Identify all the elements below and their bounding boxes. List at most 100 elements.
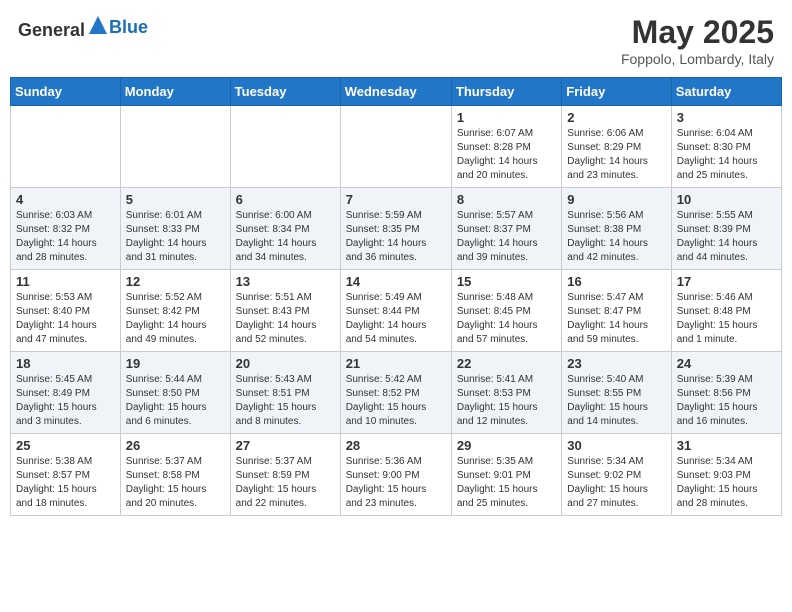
calendar-week-row: 11Sunrise: 5:53 AM Sunset: 8:40 PM Dayli… — [11, 270, 782, 352]
weekday-header-monday: Monday — [120, 78, 230, 106]
day-info: Sunrise: 5:42 AM Sunset: 8:52 PM Dayligh… — [346, 373, 446, 429]
day-info: Sunrise: 5:45 AM Sunset: 8:49 PM Dayligh… — [16, 373, 115, 429]
day-info: Sunrise: 5:59 AM Sunset: 8:35 PM Dayligh… — [346, 209, 446, 265]
calendar-day-cell: 2 Sunrise: 6:06 AM Sunset: 8:29 PM Daylig… — [562, 106, 671, 188]
day-info: Sunrise: 5:44 AM Sunset: 8:50 PM Dayligh… — [126, 373, 225, 429]
day-number: 24 — [677, 356, 776, 371]
day-number: 29 — [457, 438, 556, 453]
weekday-header-wednesday: Wednesday — [340, 78, 451, 106]
calendar-day-cell: 17 Sunrise: 5:46 AM Sunset: 8:48 PM Dayli… — [671, 270, 781, 352]
day-info: Sunrise: 5:55 AM Sunset: 8:39 PM Dayligh… — [677, 209, 776, 265]
day-info: Sunrise: 5:37 AM Sunset: 8:58 PM Dayligh… — [126, 455, 225, 511]
weekday-header-saturday: Saturday — [671, 78, 781, 106]
calendar-day-cell: 25 Sunrise: 5:38 AM Sunset: 8:57 PM Dayli… — [11, 434, 121, 516]
calendar-header-row: SundayMondayTuesdayWednesdayThursdayFrid… — [11, 78, 782, 106]
day-info: Sunrise: 5:56 AM Sunset: 8:38 PM Dayligh… — [567, 209, 665, 265]
calendar-week-row: 25 Sunrise: 5:38 AM Sunset: 8:57 PM Dayli… — [11, 434, 782, 516]
calendar-day-cell: 18 Sunrise: 5:45 AM Sunset: 8:49 PM Dayli… — [11, 352, 121, 434]
calendar-day-cell: 10 Sunrise: 5:55 AM Sunset: 8:39 PM Dayli… — [671, 188, 781, 270]
day-number: 7 — [346, 192, 446, 207]
calendar-day-cell — [230, 106, 340, 188]
day-number: 8 — [457, 192, 556, 207]
day-info: Sunrise: 5:34 AM Sunset: 9:03 PM Dayligh… — [677, 455, 776, 511]
day-info: Sunrise: 5:46 AM Sunset: 8:48 PM Dayligh… — [677, 291, 776, 347]
day-info: Sunrise: 6:01 AM Sunset: 8:33 PM Dayligh… — [126, 209, 225, 265]
day-number: 18 — [16, 356, 115, 371]
day-number: 4 — [16, 192, 115, 207]
calendar-day-cell: 14 Sunrise: 5:49 AM Sunset: 8:44 PM Dayli… — [340, 270, 451, 352]
calendar-day-cell: 29 Sunrise: 5:35 AM Sunset: 9:01 PM Dayli… — [451, 434, 561, 516]
day-number: 9 — [567, 192, 665, 207]
calendar-week-row: 18 Sunrise: 5:45 AM Sunset: 8:49 PM Dayli… — [11, 352, 782, 434]
day-number: 19 — [126, 356, 225, 371]
day-number: 6 — [236, 192, 335, 207]
day-info: Sunrise: 5:34 AM Sunset: 9:02 PM Dayligh… — [567, 455, 665, 511]
day-number: 31 — [677, 438, 776, 453]
day-info: Sunrise: 5:47 AM Sunset: 8:47 PM Dayligh… — [567, 291, 665, 347]
day-number: 14 — [346, 274, 446, 289]
day-number: 11 — [16, 274, 115, 289]
page-header: General Blue May 2025 Foppolo, Lombardy,… — [10, 10, 782, 71]
calendar-day-cell: 28 Sunrise: 5:36 AM Sunset: 9:00 PM Dayli… — [340, 434, 451, 516]
day-number: 26 — [126, 438, 225, 453]
calendar-day-cell: 21 Sunrise: 5:42 AM Sunset: 8:52 PM Dayli… — [340, 352, 451, 434]
calendar-day-cell: 20 Sunrise: 5:43 AM Sunset: 8:51 PM Dayli… — [230, 352, 340, 434]
day-info: Sunrise: 5:39 AM Sunset: 8:56 PM Dayligh… — [677, 373, 776, 429]
day-info: Sunrise: 6:03 AM Sunset: 8:32 PM Dayligh… — [16, 209, 115, 265]
calendar-day-cell: 15 Sunrise: 5:48 AM Sunset: 8:45 PM Dayli… — [451, 270, 561, 352]
calendar-day-cell: 13 Sunrise: 5:51 AM Sunset: 8:43 PM Dayli… — [230, 270, 340, 352]
weekday-header-sunday: Sunday — [11, 78, 121, 106]
day-number: 22 — [457, 356, 556, 371]
day-info: Sunrise: 6:04 AM Sunset: 8:30 PM Dayligh… — [677, 127, 776, 183]
day-number: 10 — [677, 192, 776, 207]
day-info: Sunrise: 5:37 AM Sunset: 8:59 PM Dayligh… — [236, 455, 335, 511]
day-info: Sunrise: 5:49 AM Sunset: 8:44 PM Dayligh… — [346, 291, 446, 347]
calendar-day-cell: 31 Sunrise: 5:34 AM Sunset: 9:03 PM Dayli… — [671, 434, 781, 516]
day-info: Sunrise: 5:36 AM Sunset: 9:00 PM Dayligh… — [346, 455, 446, 511]
weekday-header-friday: Friday — [562, 78, 671, 106]
day-info: Sunrise: 5:35 AM Sunset: 9:01 PM Dayligh… — [457, 455, 556, 511]
calendar-day-cell: 24 Sunrise: 5:39 AM Sunset: 8:56 PM Dayli… — [671, 352, 781, 434]
month-year-title: May 2025 — [621, 14, 774, 51]
day-number: 12 — [126, 274, 225, 289]
day-number: 21 — [346, 356, 446, 371]
calendar-day-cell: 23Sunrise: 5:40 AM Sunset: 8:55 PM Dayli… — [562, 352, 671, 434]
calendar-day-cell: 8Sunrise: 5:57 AM Sunset: 8:37 PM Daylig… — [451, 188, 561, 270]
calendar-day-cell: 3 Sunrise: 6:04 AM Sunset: 8:30 PM Daylig… — [671, 106, 781, 188]
calendar-day-cell: 9 Sunrise: 5:56 AM Sunset: 8:38 PM Daylig… — [562, 188, 671, 270]
day-info: Sunrise: 6:07 AM Sunset: 8:28 PM Dayligh… — [457, 127, 556, 183]
calendar-table: SundayMondayTuesdayWednesdayThursdayFrid… — [10, 77, 782, 516]
day-info: Sunrise: 5:48 AM Sunset: 8:45 PM Dayligh… — [457, 291, 556, 347]
day-info: Sunrise: 5:38 AM Sunset: 8:57 PM Dayligh… — [16, 455, 115, 511]
day-number: 17 — [677, 274, 776, 289]
day-number: 28 — [346, 438, 446, 453]
calendar-day-cell: 1 Sunrise: 6:07 AM Sunset: 8:28 PM Daylig… — [451, 106, 561, 188]
calendar-day-cell: 16Sunrise: 5:47 AM Sunset: 8:47 PM Dayli… — [562, 270, 671, 352]
calendar-day-cell: 4 Sunrise: 6:03 AM Sunset: 8:32 PM Daylig… — [11, 188, 121, 270]
location-subtitle: Foppolo, Lombardy, Italy — [621, 51, 774, 67]
calendar-week-row: 4 Sunrise: 6:03 AM Sunset: 8:32 PM Daylig… — [11, 188, 782, 270]
day-info: Sunrise: 5:51 AM Sunset: 8:43 PM Dayligh… — [236, 291, 335, 347]
day-number: 1 — [457, 110, 556, 125]
day-number: 3 — [677, 110, 776, 125]
logo: General Blue — [18, 14, 148, 41]
day-number: 20 — [236, 356, 335, 371]
calendar-day-cell: 6Sunrise: 6:00 AM Sunset: 8:34 PM Daylig… — [230, 188, 340, 270]
day-number: 23 — [567, 356, 665, 371]
weekday-header-thursday: Thursday — [451, 78, 561, 106]
day-number: 25 — [16, 438, 115, 453]
calendar-day-cell: 19 Sunrise: 5:44 AM Sunset: 8:50 PM Dayli… — [120, 352, 230, 434]
day-number: 15 — [457, 274, 556, 289]
calendar-day-cell: 22Sunrise: 5:41 AM Sunset: 8:53 PM Dayli… — [451, 352, 561, 434]
calendar-day-cell — [340, 106, 451, 188]
day-info: Sunrise: 5:43 AM Sunset: 8:51 PM Dayligh… — [236, 373, 335, 429]
day-info: Sunrise: 6:06 AM Sunset: 8:29 PM Dayligh… — [567, 127, 665, 183]
day-number: 2 — [567, 110, 665, 125]
logo-text-blue: Blue — [109, 17, 148, 37]
logo-icon — [87, 14, 109, 36]
calendar-day-cell: 12 Sunrise: 5:52 AM Sunset: 8:42 PM Dayli… — [120, 270, 230, 352]
calendar-day-cell: 30Sunrise: 5:34 AM Sunset: 9:02 PM Dayli… — [562, 434, 671, 516]
day-info: Sunrise: 5:52 AM Sunset: 8:42 PM Dayligh… — [126, 291, 225, 347]
day-number: 13 — [236, 274, 335, 289]
calendar-day-cell: 26 Sunrise: 5:37 AM Sunset: 8:58 PM Dayli… — [120, 434, 230, 516]
